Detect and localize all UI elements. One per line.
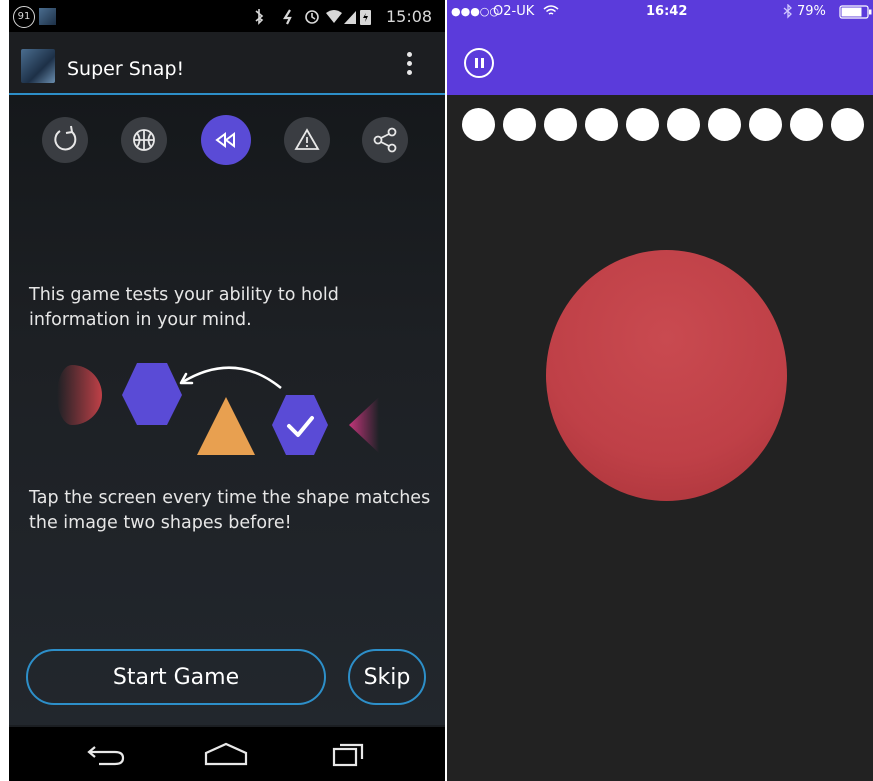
progress-dot bbox=[708, 108, 741, 141]
shape-sequence-illustration bbox=[57, 363, 379, 455]
progress-dot bbox=[544, 108, 577, 141]
notification-count: 91 bbox=[17, 11, 31, 22]
stimulus-red-circle[interactable] bbox=[546, 250, 787, 501]
share-icon bbox=[373, 127, 397, 153]
orange-triangle-shape bbox=[197, 397, 255, 455]
home-icon[interactable] bbox=[202, 739, 250, 769]
app-title: Super Snap! bbox=[67, 58, 185, 80]
basketball-icon bbox=[133, 129, 155, 151]
curved-arrow-line bbox=[180, 366, 282, 389]
battery-percentage: 79% bbox=[797, 4, 826, 19]
progress-dot bbox=[667, 108, 700, 141]
pause-button[interactable] bbox=[464, 48, 494, 78]
ios-status-bar: ●●●○○ O2-UK 16:42 79% bbox=[447, 0, 873, 24]
description-top: This game tests your ability to hold inf… bbox=[29, 285, 339, 330]
progress-dot bbox=[626, 108, 659, 141]
battery-icon bbox=[839, 5, 872, 19]
wifi-icon bbox=[543, 5, 559, 15]
android-nav-bar bbox=[9, 727, 445, 781]
app-notification-icon bbox=[39, 8, 56, 25]
back-icon[interactable] bbox=[85, 739, 127, 769]
progress-dot bbox=[585, 108, 618, 141]
bluetooth-icon bbox=[783, 4, 792, 19]
warning-icon bbox=[294, 128, 320, 150]
android-clock: 15:08 bbox=[386, 7, 433, 26]
progress-dot bbox=[790, 108, 823, 141]
bluetooth-icon bbox=[255, 9, 264, 25]
red-semicircle-shape bbox=[57, 365, 102, 425]
share-button[interactable] bbox=[362, 117, 408, 163]
signal-icon bbox=[344, 11, 356, 24]
wifi-icon bbox=[326, 10, 342, 23]
progress-dot bbox=[462, 108, 495, 141]
replay-icon bbox=[54, 125, 77, 151]
app-logo bbox=[21, 49, 55, 83]
progress-dot bbox=[831, 108, 864, 141]
ios-clock: 16:42 bbox=[646, 4, 688, 19]
ios-game-screen: ●●●○○ O2-UK 16:42 79% bbox=[447, 0, 873, 781]
basketball-button[interactable] bbox=[121, 117, 167, 163]
notification-count-icon: 91 bbox=[13, 6, 35, 28]
signal-dots: ●●●○○ bbox=[451, 5, 499, 18]
replay-button[interactable] bbox=[42, 117, 88, 163]
recents-icon[interactable] bbox=[328, 739, 370, 769]
android-status-bar: 91 15:08 bbox=[9, 0, 445, 32]
carrier-label: O2-UK bbox=[493, 4, 535, 19]
description-bottom: Tap the screen every time the shape matc… bbox=[29, 488, 431, 533]
progress-dot bbox=[749, 108, 782, 141]
rewind-button[interactable] bbox=[201, 115, 251, 165]
progress-dot bbox=[503, 108, 536, 141]
start-game-button[interactable]: Start Game bbox=[26, 649, 326, 705]
rewind-icon bbox=[215, 132, 235, 148]
overflow-menu-icon[interactable] bbox=[406, 52, 414, 82]
skip-button[interactable]: Skip bbox=[348, 649, 426, 705]
blue-hexagon-shape bbox=[122, 363, 182, 425]
android-screen: 91 15:08 Super Snap! This game tests you… bbox=[9, 0, 445, 781]
warning-button[interactable] bbox=[284, 117, 330, 163]
vibrate-icon bbox=[283, 9, 292, 25]
blue-hexagon-check-shape bbox=[272, 395, 328, 455]
pink-diamond-shape bbox=[349, 397, 379, 453]
